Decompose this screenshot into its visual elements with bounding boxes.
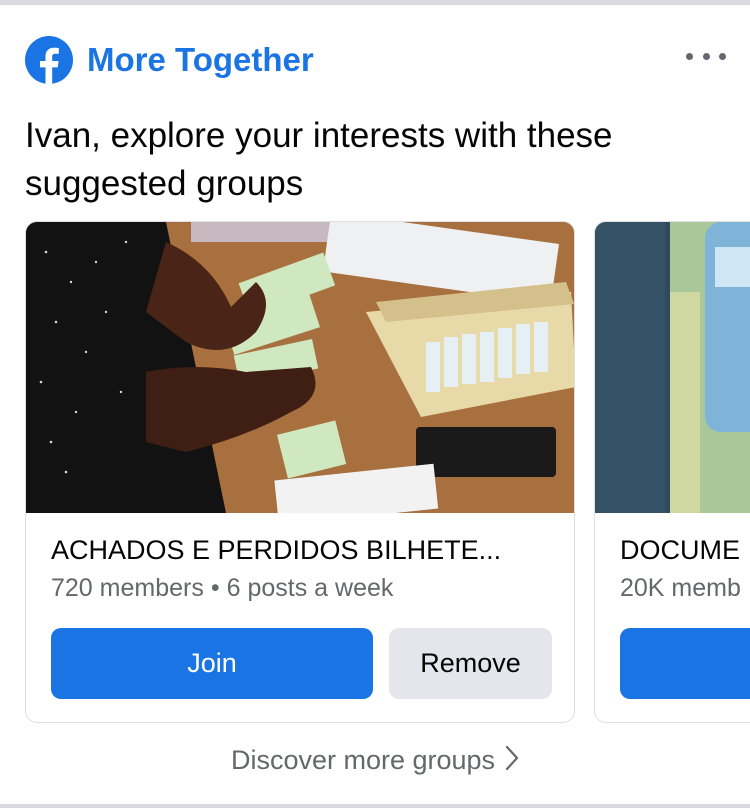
remove-button[interactable]: Remove bbox=[389, 628, 552, 699]
group-stats: 20K memb bbox=[620, 574, 741, 603]
member-count: 720 members bbox=[51, 574, 204, 602]
top-divider bbox=[0, 0, 750, 5]
separator-dot: • bbox=[210, 574, 220, 602]
post-frequency: 6 posts a week bbox=[226, 574, 394, 602]
group-carousel[interactable]: ACHADOS E PERDIDOS BILHETE... 720 member… bbox=[0, 221, 750, 725]
group-name[interactable]: ACHADOS E PERDIDOS BILHETE... bbox=[51, 535, 561, 566]
chevron-right-icon bbox=[505, 745, 519, 771]
bottom-divider bbox=[0, 804, 750, 808]
group-cover-image[interactable] bbox=[595, 222, 750, 513]
page-title[interactable]: More Together bbox=[87, 41, 314, 79]
join-button[interactable]: Join bbox=[51, 628, 373, 699]
discover-more-groups-link[interactable]: Discover more groups bbox=[0, 745, 750, 776]
card-header: More Together bbox=[25, 35, 314, 85]
discover-label: Discover more groups bbox=[230, 745, 496, 775]
group-name[interactable]: DOCUME bbox=[620, 535, 750, 566]
group-card[interactable]: DOCUME 20K memb bbox=[594, 221, 750, 723]
more-horizontal-icon bbox=[686, 52, 693, 60]
facebook-logo-icon[interactable] bbox=[25, 36, 73, 84]
group-stats: 720 members • 6 posts a week bbox=[51, 574, 393, 603]
group-cover-photo bbox=[595, 222, 750, 513]
group-cover-image[interactable] bbox=[26, 222, 574, 513]
group-card[interactable]: ACHADOS E PERDIDOS BILHETE... 720 member… bbox=[25, 221, 575, 723]
more-options-button[interactable] bbox=[686, 44, 726, 68]
join-button[interactable] bbox=[620, 628, 750, 699]
group-cover-photo bbox=[26, 222, 574, 513]
member-count: 20K memb bbox=[620, 574, 741, 602]
suggestion-heading: Ivan, explore your interests with these … bbox=[25, 116, 613, 203]
